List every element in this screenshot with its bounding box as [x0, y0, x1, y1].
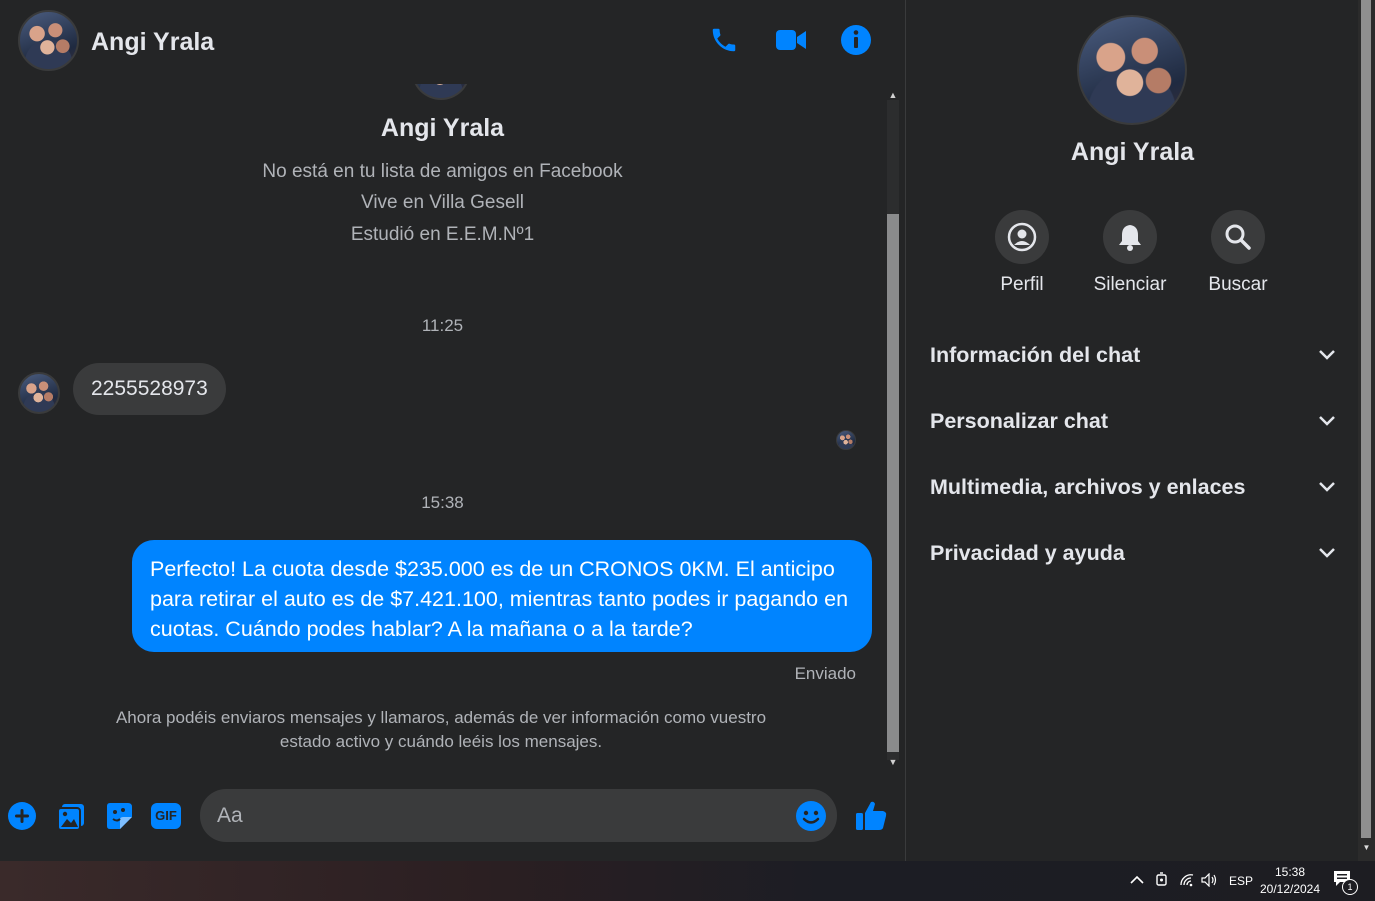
windows-taskbar: ESP 15:38 20/12/2024 1: [0, 861, 1375, 901]
intro-avatar: [412, 84, 470, 100]
message-input[interactable]: [200, 789, 837, 842]
gif-label: GIF: [155, 808, 177, 823]
profile-button[interactable]: Perfil: [967, 210, 1077, 296]
clock-date: 20/12/2024: [1259, 882, 1321, 896]
clock-time: 15:38: [1274, 865, 1306, 879]
section-chat-info-label: Información del chat: [930, 342, 1141, 367]
panel-avatar[interactable]: [1077, 15, 1187, 125]
sender-avatar[interactable]: [18, 372, 60, 414]
section-chat-info[interactable]: Información del chat: [930, 327, 1336, 383]
notification-count-badge: 1: [1342, 879, 1358, 895]
incoming-message[interactable]: 2255528973: [73, 363, 226, 415]
search-icon: [1225, 224, 1251, 250]
privacy-notice: Ahora podéis enviaros mensajes y llamaro…: [115, 708, 767, 751]
window-scrollbar[interactable]: ▼: [1358, 0, 1375, 861]
scrollbar-thumb[interactable]: [887, 214, 899, 752]
search-button[interactable]: Buscar: [1183, 210, 1293, 296]
profile-label: Perfil: [1000, 274, 1044, 295]
chat-window: Angi Yrala Angi Yrala No está en tu list…: [0, 0, 905, 861]
emoji-icon[interactable]: [795, 800, 827, 832]
chevron-up-icon[interactable]: [1130, 875, 1144, 885]
scroll-down-arrow[interactable]: ▼: [885, 756, 901, 768]
section-media-files-links[interactable]: Multimedia, archivos y enlaces: [930, 459, 1336, 515]
message-status: Enviado: [794, 664, 856, 683]
section-privacy-support-label: Privacidad y ayuda: [930, 540, 1125, 565]
phone-icon[interactable]: [709, 25, 739, 55]
language-indicator[interactable]: ESP: [1229, 874, 1253, 888]
info-icon[interactable]: [840, 24, 872, 56]
read-receipt-avatar: [836, 430, 856, 450]
intro-education: Estudió en E.E.M.Nº1: [350, 224, 535, 245]
search-label: Buscar: [1208, 274, 1268, 295]
contact-avatar[interactable]: [18, 10, 79, 71]
intro-location: Vive en Villa Gesell: [360, 192, 524, 213]
intro-friend-status: No está en tu lista de amigos en Faceboo…: [262, 161, 623, 182]
mute-button-circle[interactable]: [1103, 210, 1157, 264]
panel-contact-name: Angi Yrala: [1070, 138, 1195, 166]
contact-name[interactable]: Angi Yrala: [91, 28, 214, 57]
sticker-icon[interactable]: [104, 801, 134, 831]
section-customize-chat[interactable]: Personalizar chat: [930, 393, 1336, 449]
video-call-icon[interactable]: [775, 27, 807, 53]
timestamp: 15:38: [421, 493, 464, 512]
like-icon[interactable]: [854, 799, 888, 833]
window-scroll-down-arrow[interactable]: ▼: [1361, 843, 1372, 857]
notifications-button[interactable]: 1: [1333, 870, 1359, 895]
gif-button[interactable]: GIF: [151, 803, 181, 829]
section-media-files-links-label: Multimedia, archivos y enlaces: [930, 474, 1246, 499]
chat-header: Angi Yrala: [0, 0, 905, 84]
chevron-down-icon: [1319, 548, 1335, 558]
section-customize-chat-label: Personalizar chat: [930, 408, 1109, 433]
section-privacy-support[interactable]: Privacidad y ayuda: [930, 525, 1336, 581]
conversation-info-panel: Angi Yrala Perfil Silenciar Buscar Infor…: [905, 0, 1359, 861]
plus-icon[interactable]: [7, 801, 37, 831]
intro-name: Angi Yrala: [380, 114, 505, 142]
search-button-circle[interactable]: [1211, 210, 1265, 264]
speaker-icon[interactable]: [1201, 873, 1219, 887]
message-list[interactable]: Angi Yrala No está en tu lista de amigos…: [0, 84, 885, 774]
outgoing-message[interactable]: Perfecto! La cuota desde $235.000 es de …: [132, 540, 872, 652]
meet-now-icon[interactable]: [1155, 872, 1169, 888]
chevron-down-icon: [1319, 350, 1335, 360]
window-scrollbar-thumb[interactable]: [1361, 0, 1371, 838]
photo-icon[interactable]: [56, 802, 86, 832]
scroll-up-arrow[interactable]: ▲: [885, 89, 901, 101]
bell-icon: [1119, 225, 1141, 251]
profile-icon: [1007, 222, 1037, 252]
timestamp: 11:25: [421, 316, 464, 335]
clock[interactable]: 15:38 20/12/2024: [1254, 864, 1326, 898]
mute-button[interactable]: Silenciar: [1075, 210, 1185, 296]
chevron-down-icon: [1319, 482, 1335, 492]
chevron-down-icon: [1319, 416, 1335, 426]
wifi-icon[interactable]: [1179, 873, 1195, 887]
profile-button-circle[interactable]: [995, 210, 1049, 264]
mute-label: Silenciar: [1093, 274, 1167, 295]
